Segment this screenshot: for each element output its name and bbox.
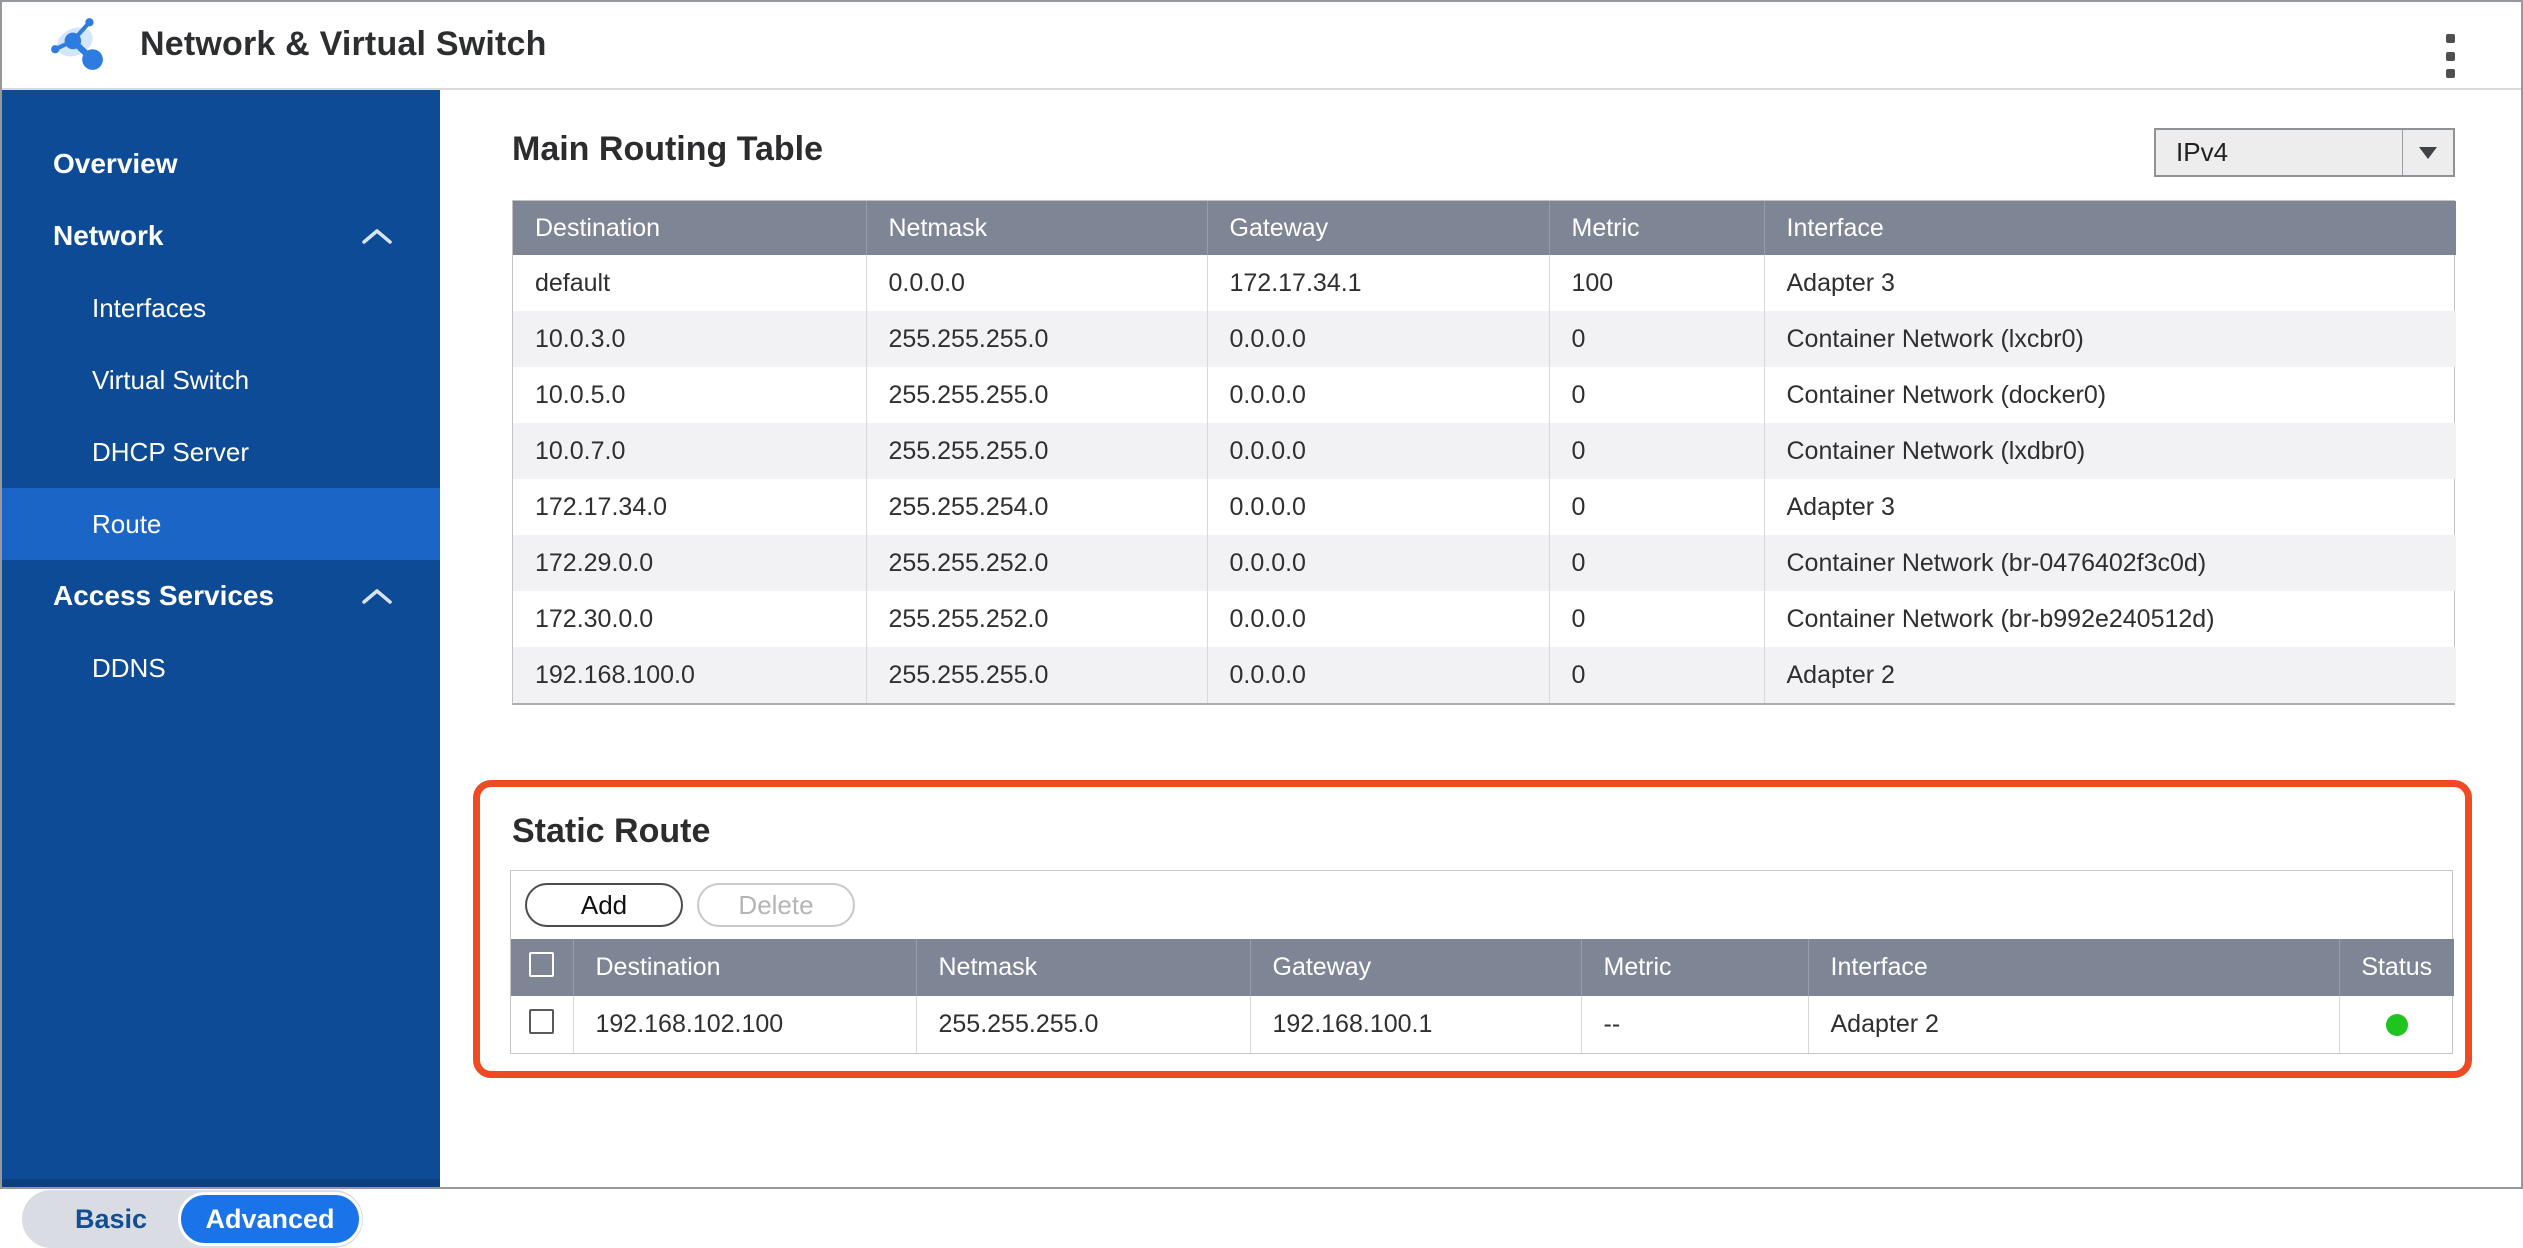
table-row: 172.30.0.0255.255.252.00.0.0.00Container… xyxy=(513,591,2456,647)
app-header: Network & Virtual Switch xyxy=(0,0,2523,90)
kebab-menu-icon[interactable] xyxy=(2443,34,2457,78)
col-netmask: Netmask xyxy=(866,201,1207,255)
static-route-title: Static Route xyxy=(512,812,710,851)
network-logo-icon xyxy=(48,14,106,72)
delete-button[interactable]: Delete xyxy=(697,883,855,927)
sidebar-footer-strip xyxy=(0,1179,440,1189)
ip-version-select[interactable]: IPv4 xyxy=(2154,128,2455,177)
table-row: default0.0.0.0172.17.34.1100Adapter 3 xyxy=(513,255,2456,311)
col-netmask: Netmask xyxy=(916,939,1250,996)
sidebar-item-route[interactable]: Route xyxy=(0,488,440,560)
sidebar-item-virtual-switch[interactable]: Virtual Switch xyxy=(0,344,440,416)
col-destination: Destination xyxy=(513,201,866,255)
col-interface: Interface xyxy=(1764,201,2456,255)
sidebar-item-access-services[interactable]: Access Services xyxy=(0,560,440,632)
sidebar-item-ddns[interactable]: DDNS xyxy=(0,632,440,704)
main-routing-table: Destination Netmask Gateway Metric Inter… xyxy=(512,200,2455,705)
table-row: 10.0.7.0255.255.255.00.0.0.00Container N… xyxy=(513,423,2456,479)
table-row: 172.29.0.0255.255.252.00.0.0.00Container… xyxy=(513,535,2456,591)
advanced-mode-button[interactable]: Advanced xyxy=(178,1192,362,1246)
ip-version-value: IPv4 xyxy=(2156,137,2402,168)
chevron-up-icon[interactable] xyxy=(362,588,392,605)
static-route-toolbar: Add Delete xyxy=(511,871,2452,939)
col-metric: Metric xyxy=(1549,201,1764,255)
sidebar: Overview Network Interfaces Virtual Swit… xyxy=(0,90,440,1189)
col-gateway: Gateway xyxy=(1250,939,1581,996)
table-row: 192.168.100.0255.255.255.00.0.0.00Adapte… xyxy=(513,647,2456,703)
sidebar-item-network[interactable]: Network xyxy=(0,200,440,272)
static-table-header-row: Destination Netmask Gateway Metric Inter… xyxy=(511,939,2454,996)
sidebar-item-dhcp-server[interactable]: DHCP Server xyxy=(0,416,440,488)
mode-toggle: Basic Advanced xyxy=(22,1190,363,1248)
basic-mode-button[interactable]: Basic xyxy=(22,1190,200,1248)
col-status: Status xyxy=(2339,939,2454,996)
main-table-header-row: Destination Netmask Gateway Metric Inter… xyxy=(513,201,2456,255)
col-metric: Metric xyxy=(1581,939,1808,996)
static-route-panel: Add Delete Destination Netmask Gateway M… xyxy=(510,870,2453,1054)
table-row: 10.0.5.0255.255.255.00.0.0.00Container N… xyxy=(513,367,2456,423)
table-row: 172.17.34.0255.255.254.00.0.0.00Adapter … xyxy=(513,479,2456,535)
status-connected-dot xyxy=(2386,1014,2408,1036)
add-button[interactable]: Add xyxy=(525,883,683,927)
table-row: 10.0.3.0255.255.255.00.0.0.00Container N… xyxy=(513,311,2456,367)
select-all-header xyxy=(511,939,573,996)
main-routing-title: Main Routing Table xyxy=(512,130,823,169)
sidebar-item-interfaces[interactable]: Interfaces xyxy=(0,272,440,344)
page-title: Network & Virtual Switch xyxy=(140,0,547,88)
select-arrow-icon[interactable] xyxy=(2402,130,2453,175)
col-interface: Interface xyxy=(1808,939,2339,996)
sidebar-item-overview[interactable]: Overview xyxy=(0,128,440,200)
row-checkbox[interactable] xyxy=(529,1009,554,1034)
chevron-up-icon[interactable] xyxy=(362,228,392,245)
col-destination: Destination xyxy=(573,939,916,996)
select-all-checkbox[interactable] xyxy=(529,952,554,977)
col-gateway: Gateway xyxy=(1207,201,1549,255)
static-route-row[interactable]: 192.168.102.100 255.255.255.0 192.168.10… xyxy=(511,996,2454,1053)
